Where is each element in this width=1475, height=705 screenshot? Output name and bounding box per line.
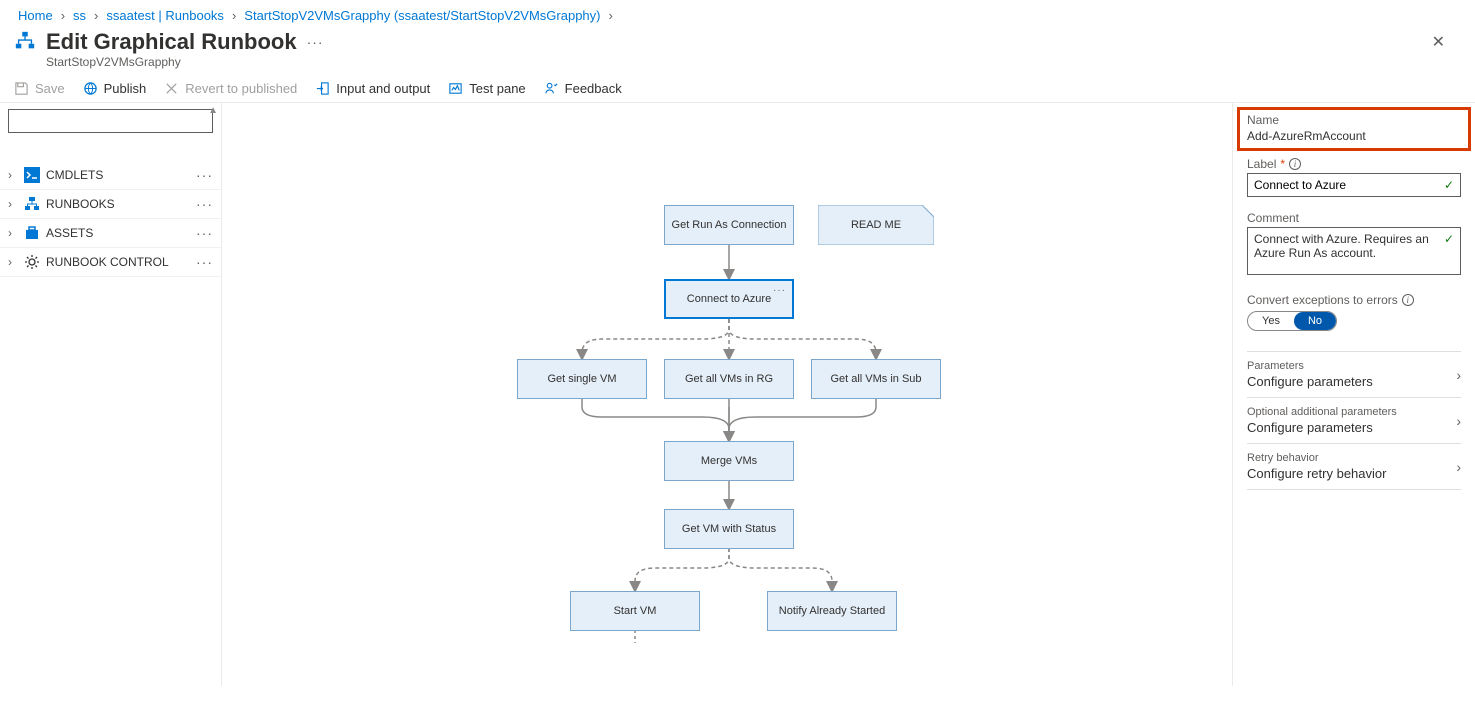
publish-button[interactable]: Publish [83, 81, 147, 96]
node-get-run-as[interactable]: Get Run As Connection [664, 205, 794, 245]
node-single-vm[interactable]: Get single VM [517, 359, 647, 399]
chevron-right-icon: › [8, 226, 18, 240]
node-label: Get all VMs in RG [685, 373, 773, 385]
chevron-right-icon: › [1456, 459, 1461, 475]
tree-item-cmdlets[interactable]: › CMDLETS ··· [0, 161, 221, 190]
section-header: Parameters [1247, 360, 1456, 372]
comment-input[interactable]: Connect with Azure. Requires an Azure Ru… [1247, 227, 1461, 275]
chevron-right-icon: › [61, 8, 65, 23]
feedback-button[interactable]: Feedback [544, 81, 622, 96]
node-readme[interactable]: READ ME [818, 205, 934, 245]
chevron-right-icon: › [8, 197, 18, 211]
node-all-rg[interactable]: Get all VMs in RG [664, 359, 794, 399]
node-label: Connect to Azure [687, 293, 771, 305]
test-button[interactable]: Test pane [448, 81, 525, 96]
tree-label: RUNBOOKS [46, 197, 196, 211]
section-parameters[interactable]: Parameters Configure parameters › [1247, 351, 1461, 397]
breadcrumb-ss[interactable]: ss [73, 8, 86, 23]
more-icon[interactable]: ··· [773, 285, 786, 296]
save-label: Save [35, 81, 65, 96]
tree-item-assets[interactable]: › ASSETS ··· [0, 219, 221, 248]
node-status[interactable]: Get VM with Status [664, 509, 794, 549]
tree-label: RUNBOOK CONTROL [46, 255, 196, 269]
section-retry[interactable]: Retry behavior Configure retry behavior › [1247, 443, 1461, 490]
close-icon[interactable]: ✕ [1432, 32, 1445, 52]
comment-label: Comment [1247, 211, 1461, 225]
section-sub: Configure parameters [1247, 374, 1456, 389]
tree-item-runbook-control[interactable]: › RUNBOOK CONTROL ··· [0, 248, 221, 277]
toolbar: Save Publish Revert to published Input a… [0, 75, 1475, 103]
canvas[interactable]: Get Run As Connection READ ME Connect to… [222, 103, 1232, 686]
node-label: Start VM [614, 605, 657, 617]
chevron-right-icon: › [609, 8, 613, 23]
node-label: Get VM with Status [682, 523, 776, 535]
page-title: Edit Graphical Runbook [46, 29, 297, 55]
name-label: Name [1247, 113, 1461, 127]
assets-icon [24, 225, 40, 241]
chevron-right-icon: › [94, 8, 98, 23]
feedback-label: Feedback [565, 81, 622, 96]
runbooks-icon [24, 196, 40, 212]
info-icon[interactable]: i [1402, 294, 1414, 306]
node-label: Get Run As Connection [672, 219, 787, 231]
label-input[interactable]: ✓ [1247, 173, 1461, 197]
chevron-right-icon: › [8, 168, 18, 182]
check-icon: ✓ [1444, 232, 1454, 246]
section-sub: Configure retry behavior [1247, 466, 1456, 481]
node-notify[interactable]: Notify Already Started [767, 591, 897, 631]
node-label: Get all VMs in Sub [830, 373, 921, 385]
section-header: Optional additional parameters [1247, 406, 1456, 418]
node-all-sub[interactable]: Get all VMs in Sub [811, 359, 941, 399]
name-value: Add-AzureRmAccount [1247, 129, 1461, 143]
toggle-no[interactable]: No [1294, 312, 1336, 330]
scroll-up-icon: ▲ [208, 105, 218, 116]
section-sub: Configure parameters [1247, 420, 1456, 435]
revert-label: Revert to published [185, 81, 297, 96]
cmdlets-icon [24, 167, 40, 183]
library-pane: › CMDLETS ··· › RUNBOOKS ··· › ASSETS ··… [0, 103, 222, 686]
node-connect-azure[interactable]: Connect to Azure ··· [664, 279, 794, 319]
more-icon[interactable]: ··· [307, 34, 324, 50]
tree-item-runbooks[interactable]: › RUNBOOKS ··· [0, 190, 221, 219]
io-label: Input and output [336, 81, 430, 96]
tree-label: ASSETS [46, 226, 196, 240]
revert-button: Revert to published [164, 81, 297, 96]
tree-label: CMDLETS [46, 168, 196, 182]
node-label: Notify Already Started [779, 605, 885, 617]
convert-toggle[interactable]: Yes No [1247, 311, 1337, 331]
breadcrumb-runbooks[interactable]: ssaatest | Runbooks [106, 8, 224, 23]
breadcrumb: Home › ss › ssaatest | Runbooks › StartS… [0, 0, 1475, 29]
breadcrumb-current[interactable]: StartStopV2VMsGrapphy (ssaatest/StartSto… [244, 8, 600, 23]
page-subtitle: StartStopV2VMsGrapphy [0, 55, 1475, 75]
node-start-vm[interactable]: Start VM [570, 591, 700, 631]
check-icon: ✓ [1444, 178, 1454, 192]
info-icon[interactable]: i [1289, 158, 1301, 170]
section-optional-params[interactable]: Optional additional parameters Configure … [1247, 397, 1461, 443]
chevron-right-icon: › [8, 255, 18, 269]
test-label: Test pane [469, 81, 525, 96]
node-label: Merge VMs [701, 455, 757, 467]
save-button: Save [14, 81, 65, 96]
breadcrumb-home[interactable]: Home [18, 8, 53, 23]
node-merge[interactable]: Merge VMs [664, 441, 794, 481]
chevron-right-icon: › [232, 8, 236, 23]
label-label: Label*i [1247, 157, 1461, 171]
gear-icon [24, 254, 40, 270]
chevron-right-icon: › [1456, 367, 1461, 383]
node-label: READ ME [851, 219, 901, 231]
toggle-yes[interactable]: Yes [1248, 312, 1294, 330]
properties-pane: Name Add-AzureRmAccount Label*i ✓ Commen… [1232, 103, 1475, 686]
search-input[interactable] [8, 109, 213, 133]
convert-label: Convert exceptions to errorsi [1247, 293, 1461, 307]
section-header: Retry behavior [1247, 452, 1456, 464]
workflow-icon [14, 30, 36, 55]
publish-label: Publish [104, 81, 147, 96]
input-output-button[interactable]: Input and output [315, 81, 430, 96]
node-label: Get single VM [547, 373, 616, 385]
chevron-right-icon: › [1456, 413, 1461, 429]
